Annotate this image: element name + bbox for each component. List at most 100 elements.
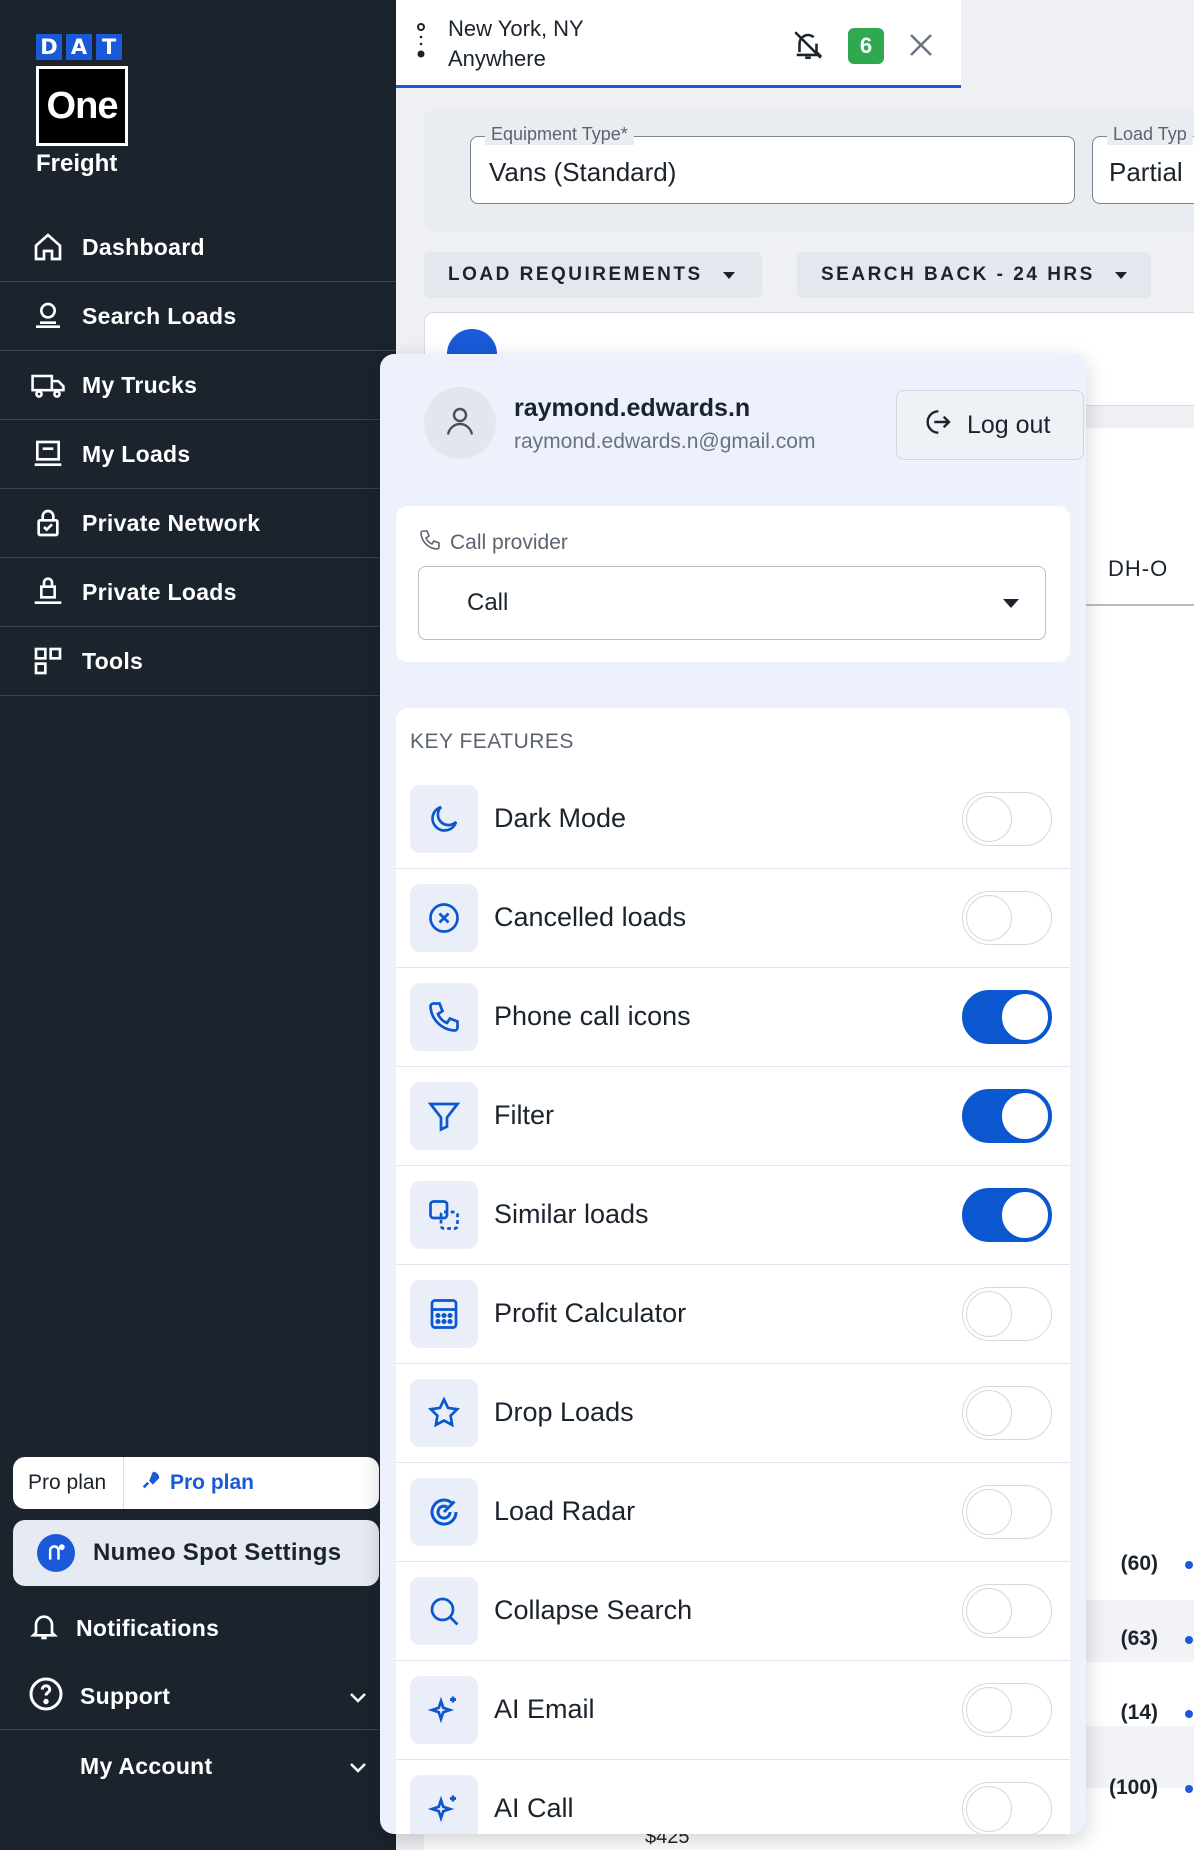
feature-toggle[interactable]	[962, 1683, 1052, 1737]
route-destination: Anywhere	[448, 46, 546, 71]
feature-label: Filter	[494, 1100, 554, 1130]
sidebar-item-private-loads[interactable]: Private Loads	[0, 558, 396, 627]
column-underline	[1086, 604, 1194, 606]
search-form: Equipment Type* Vans (Standard) Load Typ…	[424, 110, 1194, 232]
close-icon[interactable]	[906, 30, 936, 65]
feature-row-ai-call: AI Call	[396, 1760, 1070, 1834]
toggle-knob	[966, 1390, 1012, 1436]
sidebar-item-label: Dashboard	[82, 233, 205, 260]
feature-row-load-radar: Load Radar	[396, 1463, 1070, 1562]
search-back-label: SEARCH BACK - 24 HRS	[821, 264, 1095, 285]
chevron-down-icon[interactable]	[346, 1755, 370, 1784]
feature-toggle[interactable]	[962, 990, 1052, 1044]
sidebar-item-my-trucks[interactable]: My Trucks	[0, 351, 396, 420]
toggle-knob	[966, 796, 1012, 842]
toggle-knob	[1002, 1093, 1048, 1139]
toggle-knob	[966, 1786, 1012, 1832]
numeo-spot-settings-button[interactable]: Numeo Spot Settings	[13, 1520, 379, 1586]
feature-toggle[interactable]	[962, 792, 1052, 846]
equipment-type-field[interactable]: Equipment Type* Vans (Standard)	[470, 124, 1075, 204]
equipment-type-value: Vans (Standard)	[489, 157, 677, 187]
sidebar-item-label: My Trucks	[82, 371, 198, 398]
load-requirements-dropdown[interactable]: LOAD REQUIREMENTS	[424, 252, 762, 298]
row-dot-icon	[1185, 1710, 1193, 1718]
sidebar-item-support[interactable]: Support	[0, 1663, 396, 1729]
sidebar-item-private-network[interactable]: Private Network	[0, 489, 396, 558]
equipment-type-label: Equipment Type*	[485, 124, 634, 145]
plan-upgrade[interactable]: Pro plan	[124, 1469, 254, 1497]
call-provider-text: Call provider	[450, 531, 568, 554]
sidebar-item-my-account[interactable]: My Account	[0, 1733, 396, 1799]
logo-one: One	[36, 66, 128, 146]
feature-row-collapse-search: Collapse Search	[396, 1562, 1070, 1661]
help-circle-icon	[28, 1676, 64, 1717]
account-settings-panel: raymond.edwards.n raymond.edwards.n@gmai…	[380, 354, 1086, 1834]
similar-icon	[410, 1181, 478, 1249]
toggle-knob	[966, 1588, 1012, 1634]
logo-freight: Freight	[36, 150, 118, 177]
feature-label: Cancelled loads	[494, 902, 687, 932]
sidebar-item-my-loads[interactable]: My Loads	[0, 420, 396, 489]
row-dot-icon	[1185, 1636, 1193, 1644]
search-tab[interactable]: New York, NY Anywhere 6	[396, 0, 961, 88]
magnifier-icon	[410, 1577, 478, 1645]
search-tab-bar: New York, NY Anywhere 6	[396, 0, 1194, 88]
feature-toggle[interactable]	[962, 1485, 1052, 1539]
sidebar-item-notifications[interactable]: Notifications	[0, 1595, 396, 1661]
feature-toggle[interactable]	[962, 1782, 1052, 1834]
user-email: raymond.edwards.n@gmail.com	[514, 430, 816, 453]
load-type-label: Load Typ	[1107, 124, 1193, 145]
sidebar-item-search-loads[interactable]: Search Loads	[0, 282, 396, 351]
sidebar-item-dashboard[interactable]: Dashboard	[0, 213, 396, 282]
key-features-section: KEY FEATURES Dark Mode Cancelled loads Pho…	[396, 708, 1070, 1834]
phone-icon	[410, 983, 478, 1051]
sidebar-item-tools[interactable]: Tools	[0, 627, 396, 696]
bell-off-icon[interactable]	[791, 28, 825, 67]
home-icon	[30, 229, 66, 265]
dat-one-logo[interactable]: D A T One Freight	[36, 34, 128, 178]
feature-toggle[interactable]	[962, 1386, 1052, 1440]
avatar	[424, 387, 496, 459]
moon-icon	[410, 785, 478, 853]
feature-label: Collapse Search	[494, 1595, 693, 1625]
load-type-value: Partial	[1109, 157, 1183, 187]
call-provider-section: Call provider Call	[396, 506, 1070, 662]
filter-icon	[410, 1082, 478, 1150]
cancel-circle-icon	[410, 884, 478, 952]
sidebar-nav: Dashboard Search Loads My Trucks My Load…	[0, 213, 396, 696]
feature-label: Dark Mode	[494, 803, 627, 833]
call-provider-select[interactable]: Call	[418, 566, 1046, 640]
chevron-down-icon[interactable]	[346, 1685, 370, 1714]
feature-label: Drop Loads	[494, 1397, 634, 1427]
feature-toggle[interactable]	[962, 1584, 1052, 1638]
match-count-badge: 6	[848, 28, 884, 64]
feature-toggle[interactable]	[962, 1188, 1052, 1242]
load-type-field[interactable]: Load Typ Partial	[1092, 124, 1194, 204]
row-count: (60)	[1120, 1552, 1158, 1575]
toggle-knob	[1002, 1192, 1048, 1238]
numeo-icon	[37, 1534, 75, 1572]
search-back-dropdown[interactable]: SEARCH BACK - 24 HRS	[797, 252, 1151, 298]
route-origin: New York, NY	[448, 16, 584, 41]
plan-selector[interactable]: Pro plan Pro plan	[13, 1457, 379, 1509]
plan-upgrade-label: Pro plan	[170, 1471, 255, 1494]
sidebar-item-label: Support	[80, 1682, 171, 1709]
logout-label: Log out	[967, 410, 1051, 439]
sidebar-item-label: Notifications	[76, 1614, 220, 1641]
feature-label: Load Radar	[494, 1496, 636, 1526]
bell-icon	[28, 1609, 60, 1648]
row-count: (63)	[1120, 1627, 1158, 1650]
feature-toggle[interactable]	[962, 1089, 1052, 1143]
plan-current[interactable]: Pro plan	[13, 1457, 124, 1509]
row-dot-icon	[1185, 1561, 1193, 1569]
column-header-dh-o[interactable]: DH-O	[1108, 556, 1168, 582]
feature-row-drop-loads: Drop Loads	[396, 1364, 1070, 1463]
row-count: (100)	[1108, 1776, 1158, 1799]
call-provider-label: Call provider	[418, 528, 568, 558]
tools-icon	[30, 643, 66, 679]
toggle-knob	[966, 1489, 1012, 1535]
logout-button[interactable]: Log out	[896, 390, 1084, 460]
toggle-knob	[966, 1291, 1012, 1337]
feature-toggle[interactable]	[962, 1287, 1052, 1341]
feature-toggle[interactable]	[962, 891, 1052, 945]
